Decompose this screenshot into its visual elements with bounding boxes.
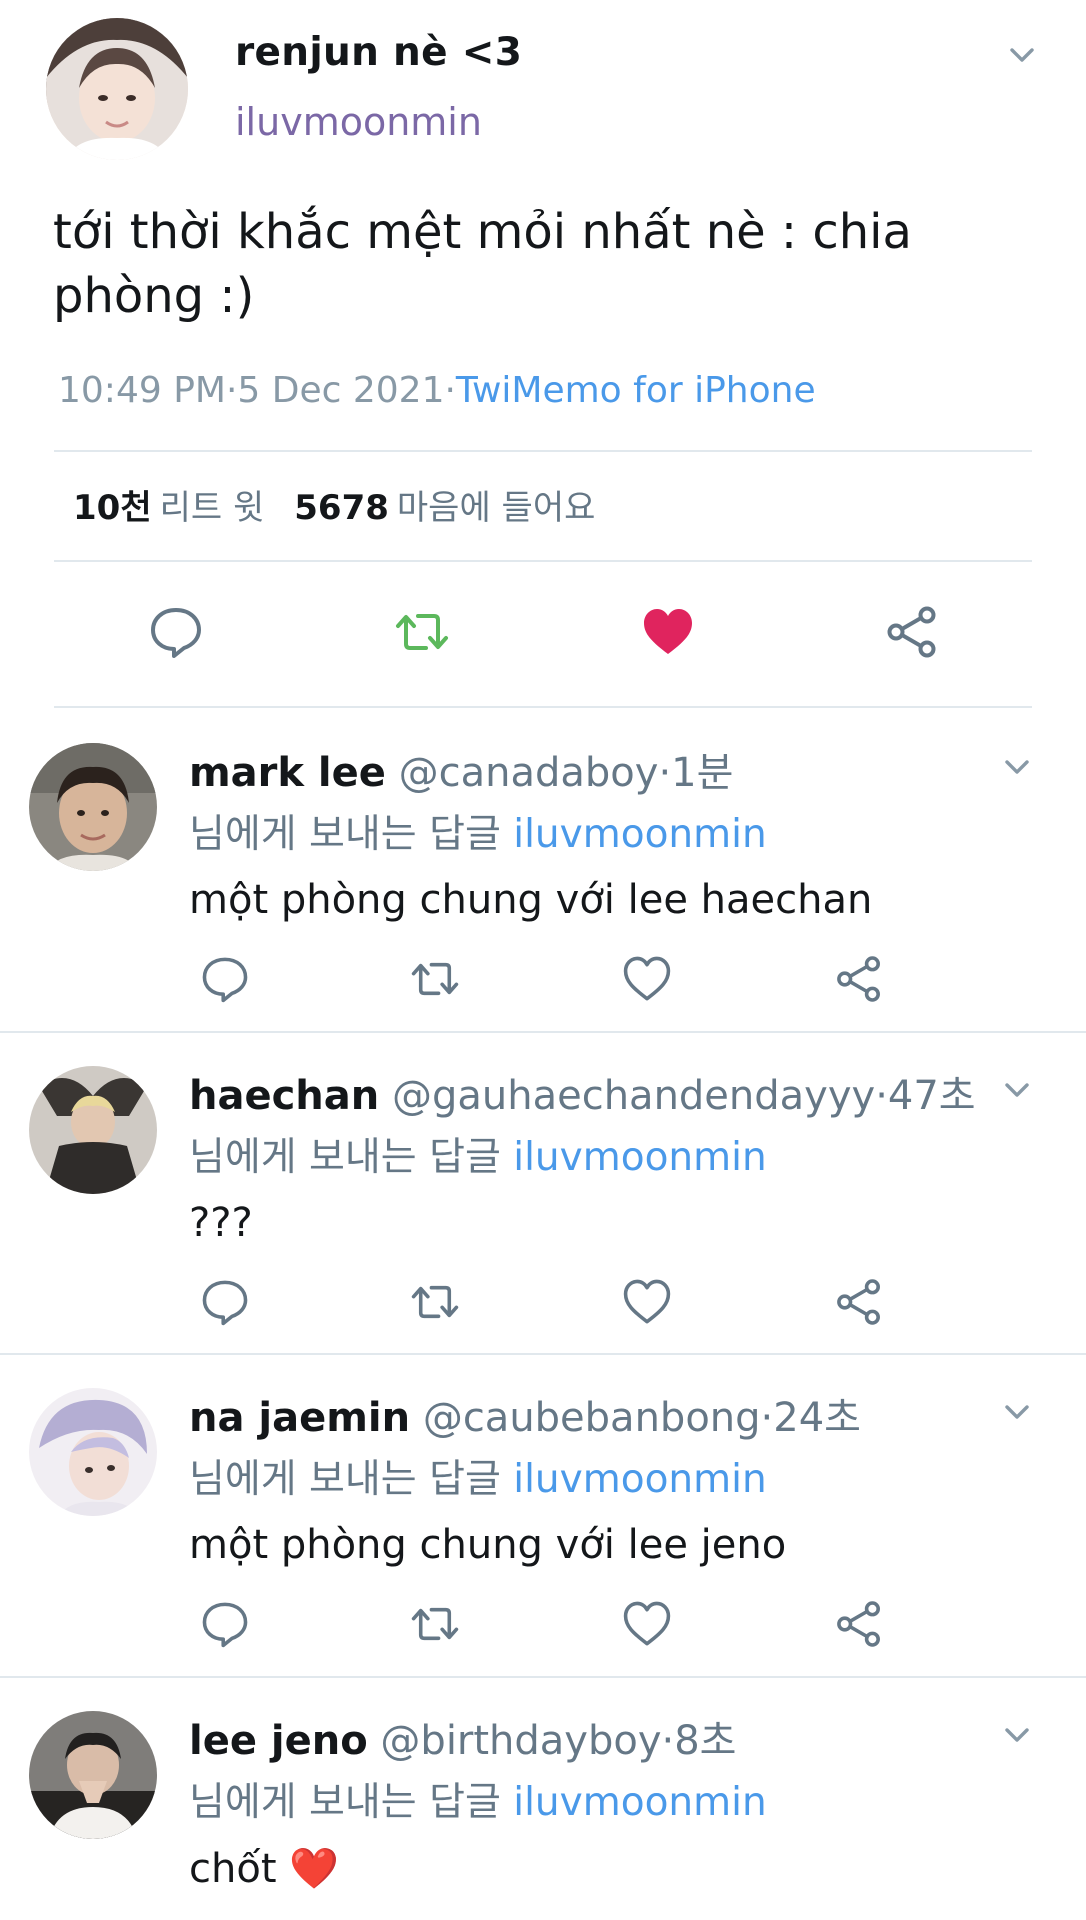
like-label[interactable]: 마음에 들어요 [397,488,596,528]
retweet-label[interactable]: 리트 윗 [160,488,265,528]
reply-avatar[interactable] [29,1711,157,1839]
heart-icon[interactable] [622,1277,672,1327]
reply-time: ·8초 [661,1718,737,1764]
tweet-time: 10:49 PM·5 Dec 2021· [58,370,456,411]
divider [54,706,1032,708]
reply-avatar[interactable] [29,1388,157,1516]
author-avatar[interactable] [46,18,188,160]
retweet-icon[interactable] [410,1599,460,1649]
reply-text: chốt ❤️ [189,1846,340,1892]
tweet-text: tới thời khắc mệt mỏi nhất nè : chia phò… [53,204,912,324]
replying-to: 님에게 보내는 답글 iluvmoonmin [189,1771,767,1827]
replying-to-user[interactable]: iluvmoonmin [513,812,766,857]
divider [54,560,1032,562]
replying-to-label: 님에게 보내는 답글 [189,812,501,857]
share-icon[interactable] [834,1277,884,1327]
replying-to-label: 님에게 보내는 답글 [189,1457,501,1502]
divider [0,1676,1086,1678]
like-count[interactable]: 5678 [294,488,389,528]
replying-to-label: 님에게 보내는 답글 [189,1135,501,1180]
reply-author-name[interactable]: na jaemin [189,1395,410,1441]
reply-time: ·24초 [760,1395,861,1441]
chevron-down-icon[interactable] [1004,1722,1030,1748]
chevron-down-icon[interactable] [1004,1399,1030,1425]
reply-avatar[interactable] [29,743,157,871]
chevron-down-icon[interactable] [1004,1077,1030,1103]
reply-icon[interactable] [200,1277,250,1327]
reply-author-name[interactable]: mark lee [189,750,386,796]
divider [54,450,1032,452]
reply-author-name[interactable]: haechan [189,1073,379,1119]
author-handle[interactable]: iluvmoonmin [235,100,482,144]
replying-to: 님에게 보내는 답글 iluvmoonmin [189,1448,767,1504]
reply-header: lee jeno @birthdayboy·8초 [189,1708,736,1766]
reply-header: mark lee @canadaboy·1분 [189,740,733,798]
tweet-meta: 10:49 PM·5 Dec 2021·TwiMemo for iPhone [58,370,816,411]
reply-author-handle[interactable]: @birthdayboy [380,1718,661,1764]
heart-icon[interactable] [622,1599,672,1649]
retweet-count[interactable]: 10천 [73,488,152,528]
reply-time: ·47초 [875,1073,976,1119]
reply-header: haechan @gauhaechandendayyy·47초 [189,1063,976,1121]
reply-author-handle[interactable]: @gauhaechandendayyy [392,1073,875,1119]
reply-header: na jaemin @caubebanbong·24초 [189,1385,861,1443]
tweet-stats: 10천 리트 윗 5678 마음에 들어요 [73,480,625,529]
retweet-icon[interactable] [394,604,450,660]
divider [0,1353,1086,1355]
share-icon[interactable] [884,604,940,660]
share-icon[interactable] [834,954,884,1004]
replying-to: 님에게 보내는 답글 iluvmoonmin [189,1126,767,1182]
replying-to-user[interactable]: iluvmoonmin [513,1457,766,1502]
reply-author-name[interactable]: lee jeno [189,1718,368,1764]
tweet-source-link[interactable]: TwiMemo for iPhone [456,370,816,411]
reply-author-handle[interactable]: @caubebanbong [423,1395,761,1441]
reply-icon[interactable] [200,954,250,1004]
heart-icon[interactable] [640,604,696,660]
reply-icon[interactable] [200,1599,250,1649]
share-icon[interactable] [834,1599,884,1649]
replying-to-label: 님에게 보내는 답글 [189,1780,501,1825]
retweet-icon[interactable] [410,1277,460,1327]
retweet-icon[interactable] [410,954,460,1004]
replying-to-user[interactable]: iluvmoonmin [513,1135,766,1180]
author-name[interactable]: renjun nè <3 [235,30,522,75]
reply-avatar[interactable] [29,1066,157,1194]
replying-to: 님에게 보내는 답글 iluvmoonmin [189,803,767,859]
reply-text: một phòng chung với lee jeno [189,1522,787,1568]
replying-to-user[interactable]: iluvmoonmin [513,1780,766,1825]
reply-time: ·1분 [658,750,734,796]
reply-author-handle[interactable]: @canadaboy [399,750,659,796]
reply-text: một phòng chung với lee haechan [189,877,873,923]
chevron-down-icon[interactable] [1009,42,1035,68]
reply-text: ??? [189,1200,253,1246]
reply-icon[interactable] [148,604,204,660]
heart-icon[interactable] [622,954,672,1004]
divider [0,1031,1086,1033]
chevron-down-icon[interactable] [1004,754,1030,780]
